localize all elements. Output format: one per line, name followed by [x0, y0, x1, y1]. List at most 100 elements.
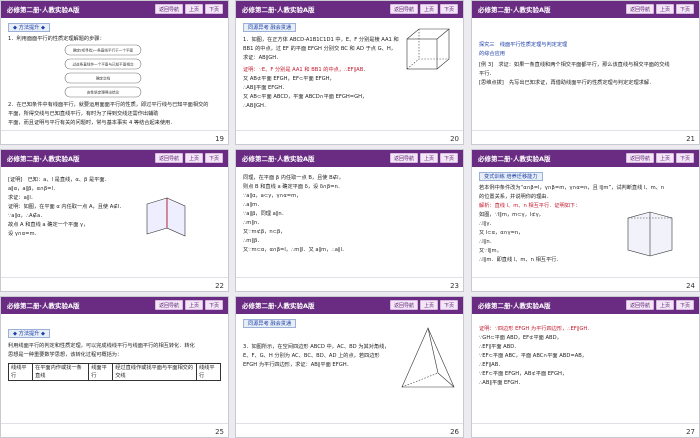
next-page-button[interactable]: 下页	[204, 153, 223, 163]
slide-text-line: ∴EF∥平面 ABD．	[479, 344, 520, 350]
slide-nav-buttons: 返回导航 上页 下页	[625, 300, 694, 310]
slide-header: 必修第二册·人教实验A版 返回导航 上页 下页	[1, 150, 228, 167]
slide-thumbnail-27[interactable]: 必修第二册·人教实验A版 返回导航 上页 下页 证明：∵四边形 EFGH 为平行…	[471, 296, 700, 438]
badge-text: 同源异考	[248, 321, 269, 327]
table-cell: 线面平行	[88, 363, 114, 381]
slide-thumbnail-20[interactable]: 必修第二册·人教实验A版 返回导航 上页 下页 同源异考 融会贯通 1．如图，在…	[235, 0, 464, 145]
slide-text-line: 平面，所得交线与已知直线平行，有时为了得到交线还需作出辅助	[8, 111, 159, 117]
slide-thumbnail-grid: 必修第二册·人教实验A版 返回导航 上页 下页 ◆ 方法提升 ◆ 1．利用面面平…	[0, 0, 700, 438]
slide-text-line: E、F、G、H 分别为 AC、BC、BD、AD 上的点，若四边形	[243, 353, 380, 359]
slide-body: [证明] 已知：a、l 是直线，α、β 是平面． a∥α，a∥β，α∩β=l． …	[8, 176, 221, 239]
next-page-button[interactable]: 下页	[675, 4, 694, 14]
prev-page-button[interactable]: 上页	[655, 4, 674, 14]
badge-subtext: 融会贯通	[270, 321, 292, 327]
badge-text: 同源异考	[248, 25, 269, 31]
slide-body: ◆ 方法提升 ◆ 利用线面平行的判定和性质定理，可以完成线线平行与线面平行的相互…	[8, 329, 222, 381]
back-to-nav-button[interactable]: 返回导航	[625, 153, 654, 163]
badge-subtext: 融会贯通	[270, 25, 292, 31]
prev-page-button[interactable]: 上页	[419, 300, 438, 310]
slide-text-line: ∵a∥β，同理 a∥n．	[243, 211, 287, 217]
badge-text: 变式训练	[484, 174, 505, 180]
slide-page-number: 22	[215, 282, 224, 290]
slide-nav-buttons: 返回导航 上页 下页	[625, 153, 694, 163]
back-to-nav-button[interactable]: 返回导航	[154, 153, 183, 163]
slide-text-line: [例 3] 求证：如果一条直线和两个相交平面都平行，那么该直线与相交平面的交线	[479, 62, 670, 68]
slide-text-line: ∵GH⊂平面 ABD，EF⊄平面 ABD，	[479, 335, 562, 341]
conversion-table: 线线平行 在平面内作或找一条直线 线面平行 经过直线作或找平面与平面相交的交线 …	[8, 363, 222, 381]
back-to-nav-button[interactable]: 返回导航	[389, 153, 418, 163]
slide-thumbnail-21[interactable]: 必修第二册·人教实验A版 返回导航 上页 下页 探究三 线面平行性质定理与判定定…	[471, 0, 700, 145]
slide-thumbnail-23[interactable]: 必修第二册·人教实验A版 返回导航 上页 下页 同理，在平面 β 内任取一点 B…	[235, 149, 464, 292]
slide-text-line: a∥α，a∥β，α∩β=l．	[8, 186, 59, 192]
next-page-button[interactable]: 下页	[439, 153, 458, 163]
slide-header: 必修第二册·人教实验A版 返回导航 上页 下页	[472, 297, 699, 314]
next-page-button[interactable]: 下页	[439, 300, 458, 310]
slide-body: 同理，在平面 β 内任取一点 B，且使 B∉l， 则点 B 和直线 a 确定平面…	[243, 174, 456, 255]
slide-thumbnail-26[interactable]: 必修第二册·人教实验A版 返回导航 上页 下页 同源异考 融会贯通 3．如图所示…	[235, 296, 464, 438]
badge-label: 同源异考 融会贯通	[243, 23, 297, 32]
back-to-nav-button[interactable]: 返回导航	[389, 300, 418, 310]
slide-body: 同源异考 融会贯通 3．如图所示，在空间四边形 ABCD 中，AC、BD 为其对…	[243, 319, 393, 370]
flowchart-diagram: 确定(或寻找)一条直线平行于一个平面 过这条直线作一个平面与已知平面相交 确定交…	[64, 44, 142, 98]
slide-thumbnail-22[interactable]: 必修第二册·人教实验A版 返回导航 上页 下页 [证明] 已知：a、l 是直线，…	[0, 149, 229, 292]
slide-text-line: [证明] 已知：a、l 是直线，α、β 是平面．	[8, 177, 110, 183]
back-to-nav-button[interactable]: 返回导航	[625, 300, 654, 310]
cube-figure	[406, 28, 450, 70]
next-page-button[interactable]: 下页	[439, 4, 458, 14]
slide-body: 证明：∵四边形 EFGH 为平行四边形，∴EF∥GH． ∵GH⊂平面 ABD，E…	[479, 325, 692, 388]
slide-header-title: 必修第二册·人教实验A版	[478, 155, 551, 163]
slide-nav-buttons: 返回导航 上页 下页	[389, 153, 458, 163]
slide-text-line: ∴m∥β．	[243, 238, 263, 244]
slide-text-line: 求证：a∥l．	[8, 195, 36, 201]
table-cell: 线线平行	[8, 363, 33, 381]
slide-text-line: 平行．	[479, 71, 495, 77]
slide-header: 必修第二册·人教实验A版 返回导航 上页 下页	[236, 1, 463, 18]
flow-step-4: 由性质定理得出结论	[87, 90, 120, 95]
slide-text-line: 证明：∵四边形 EFGH 为平行四边形，∴EF∥GH．	[479, 326, 593, 332]
slide-header: 必修第二册·人教实验A版 返回导航 上页 下页	[472, 1, 699, 18]
slide-header-title: 必修第二册·人教实验A版	[7, 155, 80, 163]
slide-text-line: ∵a∥α，∴A∉a．	[8, 213, 46, 219]
slide-page-number: 25	[215, 428, 224, 436]
prev-page-button[interactable]: 上页	[419, 153, 438, 163]
next-page-button[interactable]: 下页	[675, 153, 694, 163]
next-page-button[interactable]: 下页	[204, 4, 223, 14]
back-to-nav-button[interactable]: 返回导航	[154, 4, 183, 14]
slide-text-line: 又∵m⊂α，α∩β=l，∴m∥l．又 a∥m，∴a∥l．	[243, 247, 348, 253]
slide-text-line: 的综合应用	[479, 51, 505, 57]
next-page-button[interactable]: 下页	[675, 300, 694, 310]
slide-text-line: 同理，在平面 β 内任取一点 B，且使 B∉l，	[243, 175, 344, 181]
slide-footer: 19	[1, 130, 228, 144]
slide-text-line: 故点 A 和直线 a 确定一个平面 γ，	[8, 222, 89, 228]
back-to-nav-button[interactable]: 返回导航	[625, 4, 654, 14]
prev-page-button[interactable]: 上页	[419, 4, 438, 14]
slide-text-line: 平面，而且证明与平行有关的问题时，常与基本事实 4 等结合起来使用．	[8, 120, 176, 126]
back-to-nav-button[interactable]: 返回导航	[154, 300, 183, 310]
slide-text-line: 思想是一种重要数学思想，该转化过程可概括为：	[8, 352, 123, 358]
slide-text-line: ∵EF⊂平面 ABC，平面 ABC∩平面 ABD=AB，	[479, 353, 587, 359]
slide-body-lower: 2．在已知条件中有线面平行，就要运用面面平行的性质，即过平行线与已知平面相交的 …	[8, 101, 221, 128]
badge-subtext: 培养迁移能力	[506, 174, 538, 180]
slide-thumbnail-25[interactable]: 必修第二册·人教实验A版 返回导航 上页 下页 ◆ 方法提升 ◆ 利用线面平行的…	[0, 296, 229, 438]
slide-header-title: 必修第二册·人教实验A版	[478, 6, 551, 14]
prev-page-button[interactable]: 上页	[655, 153, 674, 163]
slide-text-line: 又 AB⊂平面 ABCD，平面 ABCD∩平面 EFGH=GH，	[243, 94, 368, 100]
slide-text-line: 利用线面平行的判定和性质定理，可以完成线线平行与线面平行的相互转化．转化	[8, 343, 195, 349]
flow-step-1: 确定(或寻找)一条直线平行于一个平面	[73, 48, 134, 53]
slide-header-title: 必修第二册·人教实验A版	[7, 302, 80, 310]
slide-header: 必修第二册·人教实验A版 返回导航 上页 下页	[472, 150, 699, 167]
slide-body: ◆ 方法提升 ◆ 1．利用面面平行的性质定理解题的步骤：	[8, 23, 221, 44]
prev-page-button[interactable]: 上页	[184, 4, 203, 14]
slide-page-number: 20	[450, 135, 459, 143]
prev-page-button[interactable]: 上页	[184, 300, 203, 310]
slide-text-line: 若本例中条件改为“α∩β=l，γ∩β=m，γ∩α=n，且 l∥m”，试判断直线 …	[479, 185, 665, 191]
back-to-nav-button[interactable]: 返回导航	[389, 4, 418, 14]
next-page-button[interactable]: 下页	[204, 300, 223, 310]
prev-page-button[interactable]: 上页	[655, 300, 674, 310]
slide-text-line: 3．如图所示，在空间四边形 ABCD 中，AC、BD 为其对角线，	[243, 344, 390, 350]
slide-text-line: ∴m∥n．	[243, 220, 263, 226]
slide-footer: 25	[1, 423, 228, 437]
prev-page-button[interactable]: 上页	[184, 153, 203, 163]
slide-thumbnail-24[interactable]: 必修第二册·人教实验A版 返回导航 上页 下页 变式训练 培养迁移能力 若本例中…	[471, 149, 700, 292]
slide-thumbnail-19[interactable]: 必修第二册·人教实验A版 返回导航 上页 下页 ◆ 方法提升 ◆ 1．利用面面平…	[0, 0, 229, 145]
